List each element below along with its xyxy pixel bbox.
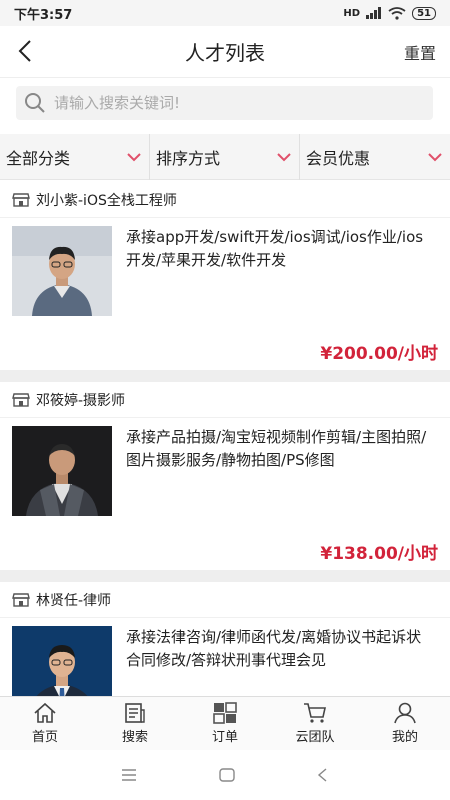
talent-name: 刘小紫-iOS全栈工程师: [36, 192, 177, 209]
search-box[interactable]: [16, 86, 433, 120]
page-header: 人才列表 重置: [0, 26, 450, 78]
tab-search[interactable]: 搜索: [90, 697, 180, 750]
back-triangle-icon[interactable]: [316, 767, 330, 783]
talent-price: ¥138.00/小时: [320, 544, 438, 564]
tab-label: 云团队: [295, 730, 335, 745]
filter-label: 排序方式: [156, 149, 221, 168]
system-nav-bar: [0, 750, 450, 800]
talent-name: 邓筱婷-摄影师: [36, 392, 126, 409]
signal-icon: HD: [343, 7, 361, 19]
chevron-down-icon: [428, 152, 442, 161]
talent-list: 刘小紫-iOS全栈工程师 承接app开发/swift开发/ios调试/ios作业…: [0, 182, 450, 696]
talent-card[interactable]: 邓筱婷-摄影师 承接产品拍摄/淘宝短视频制作剪辑/主图拍照/图片摄影服务/静物拍…: [0, 382, 450, 570]
chevron-down-icon: [127, 152, 141, 161]
home-square-icon[interactable]: [218, 767, 236, 783]
tab-home[interactable]: 首页: [0, 697, 90, 750]
talent-name: 林贤任-律师: [36, 592, 112, 609]
status-icons: HD 51: [343, 6, 436, 20]
tab-profile[interactable]: 我的: [360, 697, 450, 750]
tab-label: 首页: [31, 730, 58, 745]
talent-photo[interactable]: [12, 626, 112, 696]
talent-photo[interactable]: [12, 226, 112, 316]
filter-member-discount[interactable]: 会员优惠: [300, 134, 450, 180]
reset-button[interactable]: 重置: [404, 40, 436, 64]
document-icon: [125, 703, 145, 723]
filter-category[interactable]: 全部分类: [0, 134, 150, 180]
talent-card[interactable]: 林贤任-律师 承接法律咨询/律师函代发/离婚协议书起诉状合同修改/答辩状刑事代理…: [0, 582, 450, 696]
talent-description: 承接产品拍摄/淘宝短视频制作剪辑/主图拍照/图片摄影服务/静物拍图/PS修图: [126, 428, 427, 469]
user-icon: [394, 702, 416, 724]
grid-icon: [213, 702, 237, 724]
tab-orders[interactable]: 订单: [180, 697, 270, 750]
search-bar: [0, 78, 450, 134]
page-title: 人才列表: [185, 41, 265, 65]
status-time: 下午3:57: [14, 7, 73, 23]
card-header: 林贤任-律师: [0, 582, 450, 618]
shop-icon: [12, 392, 30, 407]
talent-photo[interactable]: [12, 426, 112, 516]
wifi-icon: [388, 6, 406, 20]
search-icon: [25, 93, 45, 113]
talent-card[interactable]: 刘小紫-iOS全栈工程师 承接app开发/swift开发/ios调试/ios作业…: [0, 182, 450, 370]
talent-description: 承接法律咨询/律师函代发/离婚协议书起诉状合同修改/答辩状刑事代理会见: [126, 628, 422, 669]
talent-description: 承接app开发/swift开发/ios调试/ios作业/ios开发/苹果开发/软…: [126, 228, 424, 269]
talent-price: ¥200.00/小时: [320, 344, 438, 364]
search-input[interactable]: [54, 94, 424, 112]
tab-label: 订单: [211, 730, 238, 745]
tab-bar: 首页 搜索 订单 云团队 我的: [0, 696, 450, 750]
status-bar: 下午3:57 HD 51: [0, 0, 450, 26]
card-header: 邓筱婷-摄影师: [0, 382, 450, 418]
chevron-down-icon: [277, 152, 291, 161]
back-button[interactable]: [10, 36, 40, 66]
tab-label: 我的: [391, 730, 418, 745]
back-arrow-icon: [18, 40, 31, 62]
tab-cloud-team[interactable]: 云团队: [270, 697, 360, 750]
shop-icon: [12, 192, 30, 207]
card-header: 刘小紫-iOS全栈工程师: [0, 182, 450, 218]
filter-label: 全部分类: [6, 149, 71, 168]
cart-icon: [304, 703, 326, 723]
shop-icon: [12, 592, 30, 607]
filter-sort[interactable]: 排序方式: [150, 134, 300, 180]
menu-icon[interactable]: [120, 768, 138, 782]
cellular-icon: [366, 7, 382, 19]
battery-icon: 51: [412, 6, 436, 20]
filter-bar: 全部分类 排序方式 会员优惠: [0, 134, 450, 180]
tab-label: 搜索: [121, 730, 148, 745]
filter-label: 会员优惠: [306, 149, 371, 168]
home-icon: [34, 702, 56, 723]
